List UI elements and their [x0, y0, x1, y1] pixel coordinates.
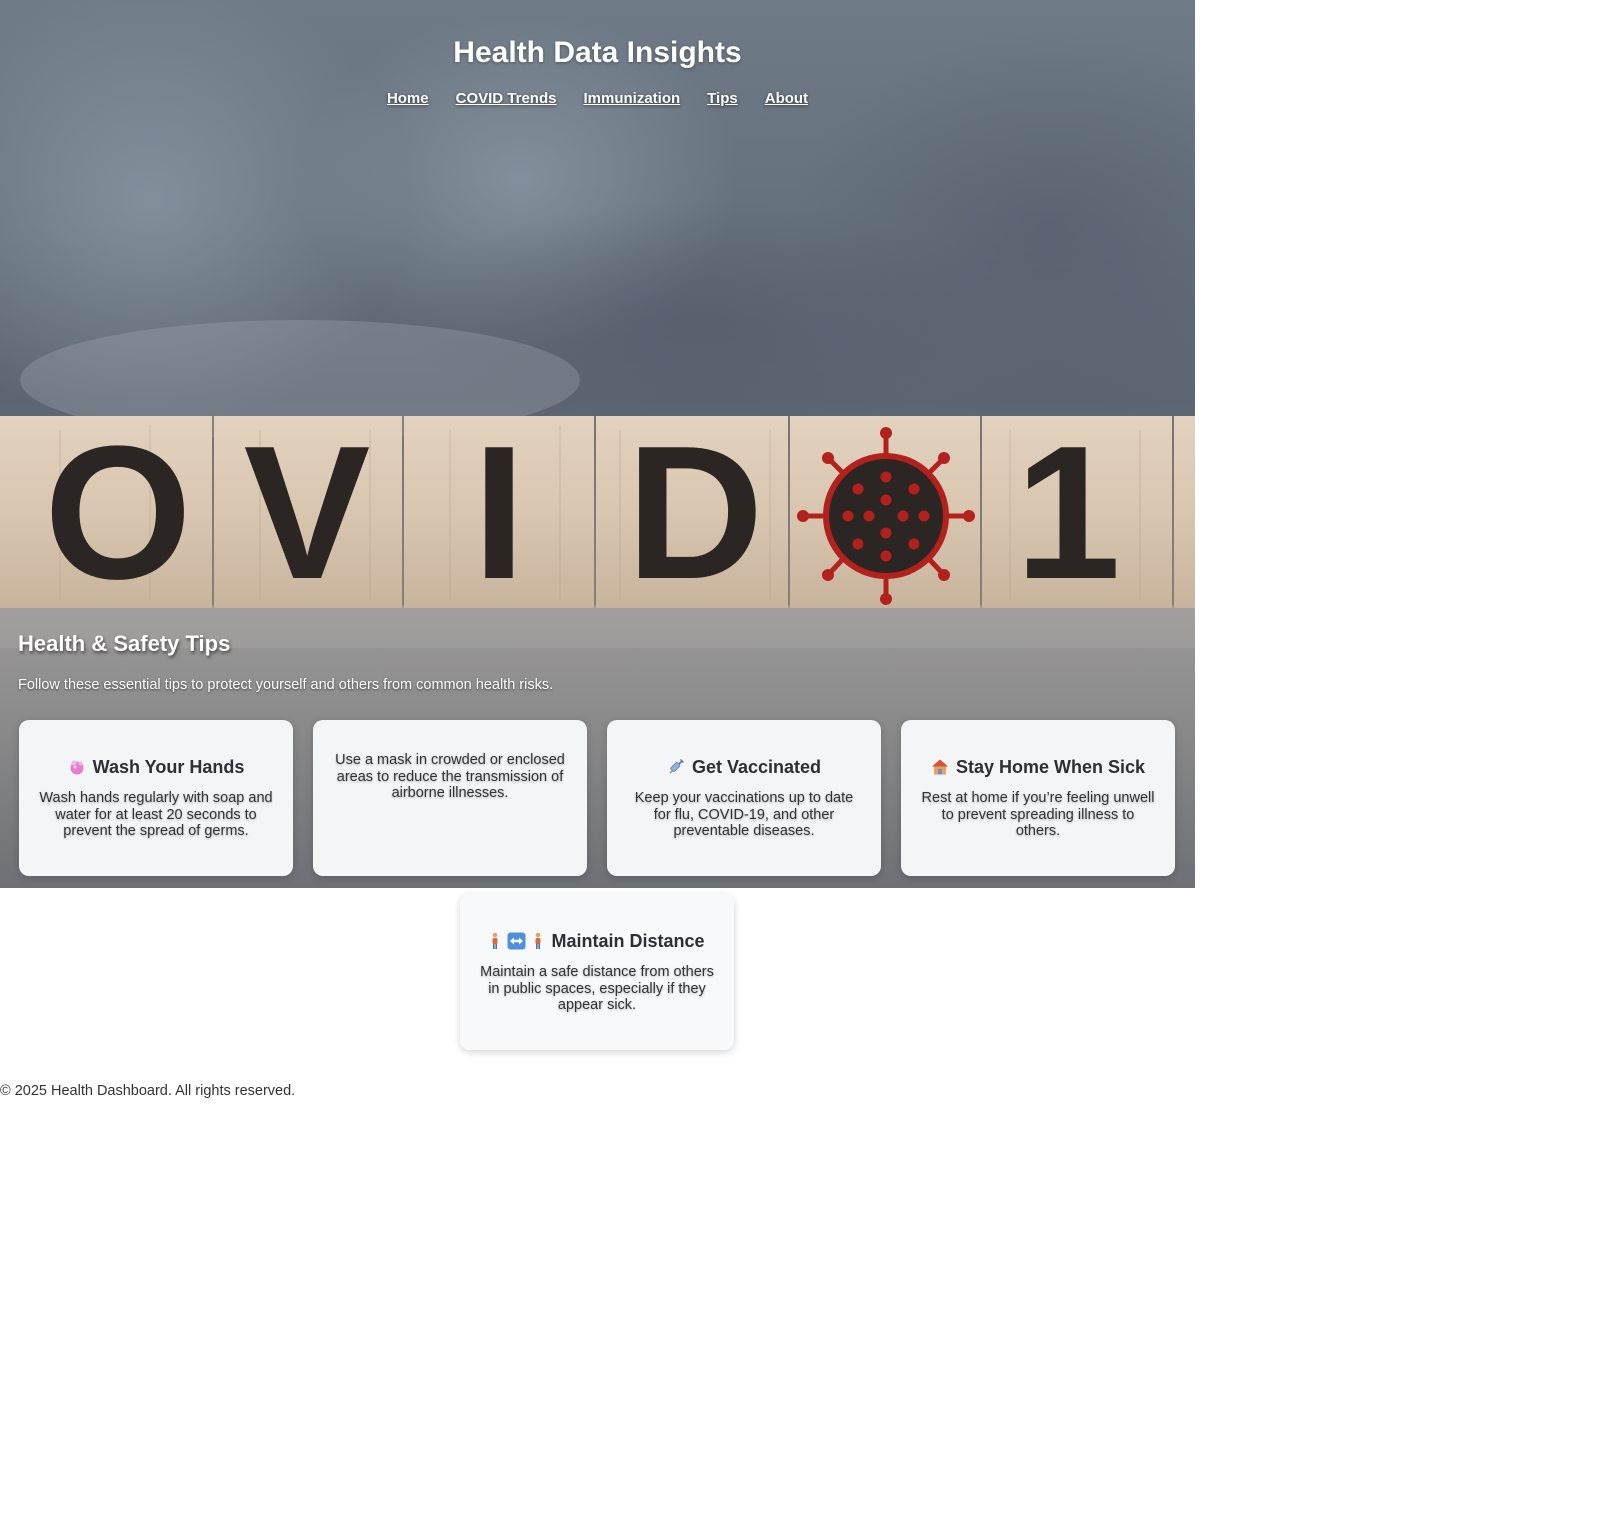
- block-letter-1: 1: [1015, 407, 1121, 619]
- tip-card-text: Maintain a safe distance from others in …: [480, 964, 714, 1013]
- block-letter-d: D: [626, 407, 763, 619]
- tip-card-title: Get Vaccinated: [691, 756, 822, 777]
- tip-card-heading: Maintain Distance: [478, 930, 716, 952]
- block-letter-i: I: [473, 407, 526, 619]
- tip-card-stay-home[interactable]: Stay Home When Sick Rest at home if you’…: [901, 720, 1175, 876]
- site-title: Health Data Insights: [453, 36, 742, 69]
- tip-card-text: Keep your vaccinations up to date for fl…: [634, 790, 854, 839]
- footer-copyright: © 2025 Health Dashboard. All rights rese…: [0, 1083, 296, 1099]
- person-arrows-person-icon: [489, 932, 544, 950]
- tip-card-text: Rest at home if you’re feeling unwell to…: [921, 790, 1155, 839]
- tip-card-heading: Wash Your Hands: [37, 756, 275, 778]
- syringe-icon: [667, 758, 685, 776]
- soap-icon: [68, 758, 86, 776]
- nav-home-link[interactable]: Home: [387, 90, 429, 107]
- block-letter-v: V: [244, 407, 371, 619]
- tip-card-wear-mask[interactable]: Use a mask in crowded or enclosed areas …: [313, 720, 587, 876]
- nav-about-link[interactable]: About: [765, 90, 808, 107]
- tip-card-title: Stay Home When Sick: [955, 756, 1146, 777]
- tip-card-title: Wash Your Hands: [92, 756, 245, 777]
- tip-card-wash-hands[interactable]: Wash Your Hands Wash hands regularly wit…: [19, 720, 293, 876]
- tip-card-heading: Stay Home When Sick: [919, 756, 1157, 778]
- tips-section-title: Health & Safety Tips: [18, 631, 231, 656]
- tip-card-text: Use a mask in crowded or enclosed areas …: [335, 752, 565, 801]
- nav-immunization-link[interactable]: Immunization: [583, 90, 680, 107]
- tip-card-heading: Get Vaccinated: [625, 756, 863, 778]
- block-letter-o: O: [44, 407, 192, 619]
- main-nav: Home COVID Trends Immunization Tips Abou…: [0, 90, 1195, 107]
- tip-card-title: Maintain Distance: [551, 930, 705, 951]
- nav-covid-trends-link[interactable]: COVID Trends: [456, 90, 557, 107]
- tip-card-maintain-distance[interactable]: Maintain Distance Maintain a safe distan…: [460, 894, 734, 1050]
- tips-intro-text: Follow these essential tips to protect y…: [18, 677, 554, 693]
- tip-card-text: Wash hands regularly with soap and water…: [39, 790, 273, 839]
- house-icon: [931, 758, 949, 776]
- nav-tips-link[interactable]: Tips: [707, 90, 738, 107]
- tip-card-get-vaccinated[interactable]: Get Vaccinated Keep your vaccinations up…: [607, 720, 881, 876]
